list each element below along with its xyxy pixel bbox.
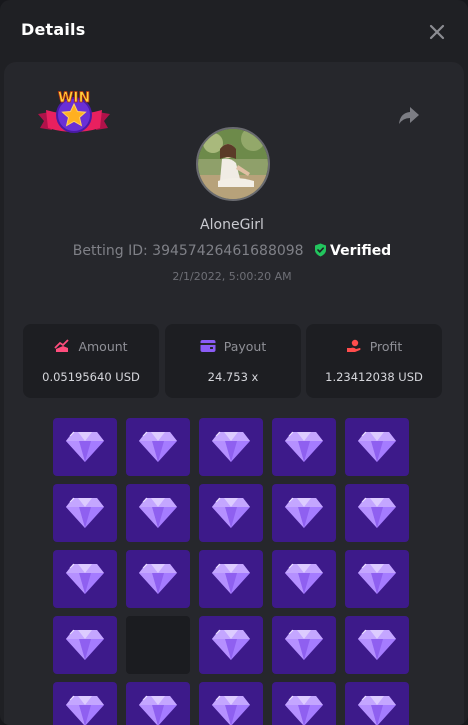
avatar-image — [198, 129, 268, 199]
board-tile-gem[interactable] — [345, 550, 409, 608]
username: AloneGirl — [200, 217, 264, 233]
board-tile-gem[interactable] — [272, 550, 336, 608]
board-tile-empty[interactable] — [126, 616, 190, 674]
diamond-icon — [66, 629, 104, 660]
board-tile-gem[interactable] — [53, 616, 117, 674]
bet-timestamp: 2/1/2022, 5:00:20 AM — [172, 270, 292, 283]
board-tile-gem[interactable] — [199, 418, 263, 476]
verified-shield-icon — [315, 243, 327, 257]
diamond-icon — [358, 629, 396, 660]
wallet-icon — [200, 340, 216, 352]
modal-title: Details — [21, 20, 86, 39]
amount-label: Amount — [78, 339, 128, 354]
diamond-icon — [212, 431, 250, 462]
board-tile-gem[interactable] — [53, 550, 117, 608]
board-tile-gem[interactable] — [199, 484, 263, 542]
board-tile-gem[interactable] — [272, 616, 336, 674]
board-tile-gem[interactable] — [272, 682, 336, 725]
board-tile-gem[interactable] — [199, 682, 263, 725]
diamond-icon — [285, 695, 323, 725]
win-badge-text: WIN — [58, 90, 90, 106]
board-tile-gem[interactable] — [53, 418, 117, 476]
board-tile-gem[interactable] — [345, 418, 409, 476]
mines-board — [53, 418, 411, 725]
board-tile-gem[interactable] — [272, 418, 336, 476]
board-tile-gem[interactable] — [345, 682, 409, 725]
share-icon[interactable] — [396, 102, 422, 128]
payout-label: Payout — [223, 339, 267, 354]
profit-label-row: Profit — [306, 339, 442, 354]
diamond-icon — [212, 695, 250, 725]
board-tile-gem[interactable] — [53, 682, 117, 725]
diamond-icon — [66, 695, 104, 725]
payout-label-row: Payout — [165, 339, 301, 354]
diamond-icon — [212, 563, 250, 594]
diamond-icon — [285, 629, 323, 660]
profit-value: 1.23412038 USD — [325, 370, 423, 384]
diamond-icon — [139, 695, 177, 725]
diamond-icon — [139, 563, 177, 594]
diamond-icon — [285, 431, 323, 462]
board-tile-gem[interactable] — [345, 484, 409, 542]
board-tile-gem[interactable] — [126, 550, 190, 608]
close-icon[interactable] — [426, 21, 448, 43]
diamond-icon — [358, 695, 396, 725]
betting-id-label: Betting ID: — [72, 243, 148, 259]
board-tile-gem[interactable] — [53, 484, 117, 542]
board-tile-gem[interactable] — [199, 616, 263, 674]
details-modal: Details WIN AloneGirl Betting ID: 394574… — [0, 0, 468, 725]
betting-id-row: Betting ID: 39457426461688098 Verified — [0, 243, 464, 259]
diamond-icon — [285, 563, 323, 594]
amount-label-row: Amount — [23, 339, 159, 354]
board-tile-gem[interactable] — [199, 550, 263, 608]
profit-label: Profit — [369, 339, 403, 354]
diamond-icon — [66, 431, 104, 462]
profit-card: Profit 1.23412038 USD — [306, 324, 442, 398]
payout-value: 24.753 x — [207, 370, 259, 384]
diamond-icon — [212, 497, 250, 528]
win-badge-icon: WIN — [38, 90, 110, 133]
diamond-icon — [139, 431, 177, 462]
payout-card: Payout 24.753 x — [165, 324, 301, 398]
diamond-icon — [358, 431, 396, 462]
modal-header: Details — [0, 0, 468, 62]
diamond-icon — [66, 497, 104, 528]
board-tile-gem[interactable] — [272, 484, 336, 542]
amount-card: Amount 0.05195640 USD — [23, 324, 159, 398]
avatar — [196, 127, 270, 201]
board-tile-gem[interactable] — [126, 682, 190, 725]
diamond-icon — [285, 497, 323, 528]
diamond-icon — [358, 563, 396, 594]
diamond-icon — [212, 629, 250, 660]
board-tile-gem[interactable] — [345, 616, 409, 674]
betting-id-value: 39457426461688098 — [152, 243, 304, 259]
profit-hand-icon — [346, 339, 361, 352]
diamond-icon — [358, 497, 396, 528]
amount-icon — [54, 339, 70, 352]
diamond-icon — [139, 497, 177, 528]
verified-label: Verified — [330, 243, 392, 259]
board-tile-gem[interactable] — [126, 484, 190, 542]
amount-value: 0.05195640 USD — [42, 370, 140, 384]
board-tile-gem[interactable] — [126, 418, 190, 476]
diamond-icon — [66, 563, 104, 594]
